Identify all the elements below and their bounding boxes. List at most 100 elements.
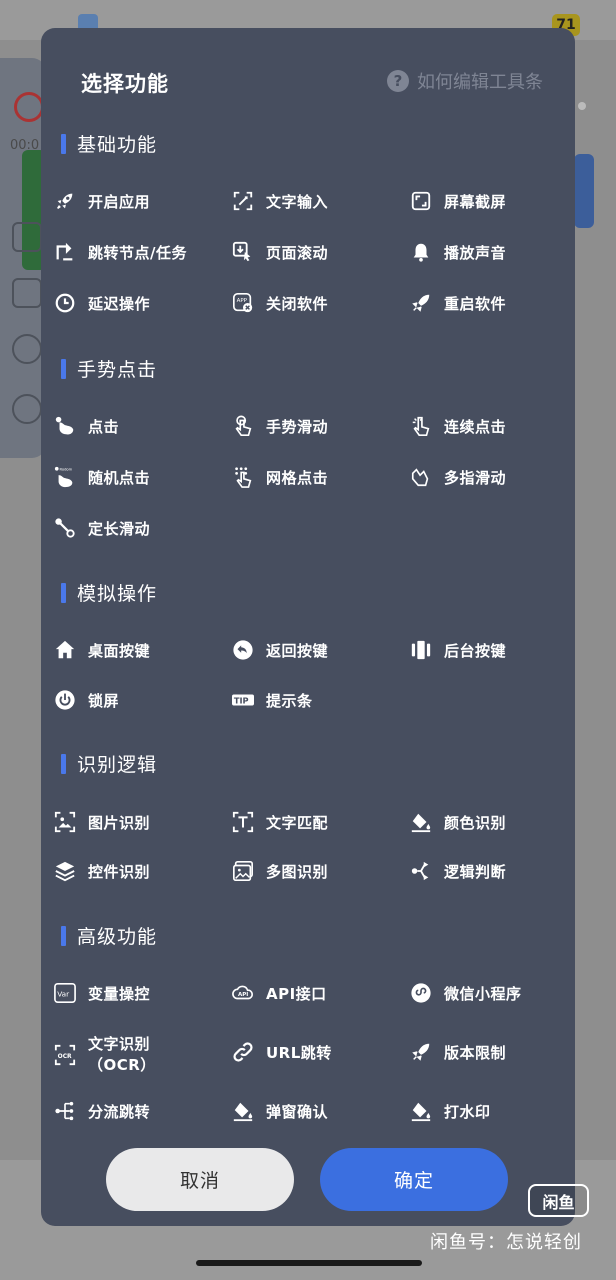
svg-text:APP: APP (237, 298, 248, 304)
function-lock-screen[interactable]: 锁屏 (54, 685, 119, 715)
function-label: 播放声音 (444, 243, 507, 262)
fixed-swipe-icon (54, 517, 76, 539)
function-variable-control[interactable]: Var 变量操控 (54, 978, 150, 1008)
function-label: 文字匹配 (266, 813, 329, 832)
function-label: 开启应用 (88, 192, 151, 211)
help-label: 如何编辑工具条 (417, 72, 543, 93)
function-label: 文字输入 (266, 192, 329, 211)
image-scan-icon (54, 811, 76, 833)
function-widget-recognition[interactable]: 控件识别 (54, 856, 150, 886)
function-label: 颜色识别 (444, 813, 507, 832)
function-jump-node[interactable]: 跳转节点/任务 (54, 237, 187, 267)
confirm-button[interactable]: 确定 (320, 1148, 508, 1211)
home-icon (54, 639, 76, 661)
function-delay[interactable]: 延迟操作 (54, 288, 150, 318)
function-grid-tap[interactable]: 网格点击 (232, 462, 328, 492)
multi-tap-icon (410, 415, 432, 437)
branch-icon (410, 860, 432, 882)
function-image-recognition[interactable]: 图片识别 (54, 807, 150, 837)
help-link[interactable]: ? 如何编辑工具条 (387, 68, 543, 94)
rocket-icon (54, 190, 76, 212)
home-indicator[interactable] (196, 1260, 422, 1266)
text-input-icon (232, 190, 254, 212)
function-text-input[interactable]: 文字输入 (232, 186, 328, 216)
function-split-jump[interactable]: 分流跳转 (54, 1096, 150, 1126)
function-restart-app[interactable]: 重启软件 (410, 288, 506, 318)
paint-bucket-icon (410, 811, 432, 833)
function-open-app[interactable]: 开启应用 (54, 186, 150, 216)
background-more-icon (12, 394, 42, 424)
bell-icon (410, 241, 432, 263)
function-screenshot[interactable]: 屏幕截屏 (410, 186, 506, 216)
function-gesture-swipe[interactable]: 手势滑动 (232, 411, 328, 441)
function-label: 变量操控 (88, 984, 151, 1003)
text-match-icon (232, 811, 254, 833)
function-logic-judgement[interactable]: 逻辑判断 (410, 856, 506, 886)
background-blue-tab (574, 154, 594, 228)
section-marker (61, 133, 66, 154)
svg-text:API: API (238, 992, 248, 998)
function-multi-image-recognition[interactable]: 多图识别 (232, 856, 328, 886)
function-version-limit[interactable]: 版本限制 (410, 1037, 506, 1067)
ocr-icon: OCR (54, 1044, 76, 1066)
function-label: 锁屏 (88, 691, 120, 710)
function-label: 桌面按键 (88, 641, 151, 660)
restart-rocket-icon (410, 292, 432, 314)
screenshot-icon (410, 190, 432, 212)
function-label: 页面滚动 (266, 243, 329, 262)
split-icon (54, 1100, 76, 1122)
recents-icon (410, 639, 432, 661)
function-label: 随机点击 (88, 468, 151, 487)
section-gesture: 手势点击 (61, 355, 157, 382)
function-popup-confirm[interactable]: 弹窗确认 (232, 1096, 328, 1126)
section-marker (61, 582, 66, 603)
function-recents-key[interactable]: 后台按键 (410, 635, 506, 665)
function-text-match[interactable]: 文字匹配 (232, 807, 328, 837)
function-watermark[interactable]: 打水印 (410, 1096, 491, 1126)
function-label: 打水印 (444, 1102, 491, 1121)
function-label: 后台按键 (444, 641, 507, 660)
function-label: 多图识别 (266, 862, 329, 881)
function-label: 手势滑动 (266, 417, 329, 436)
cancel-button[interactable]: 取消 (106, 1148, 294, 1211)
function-label: 微信小程序 (444, 984, 522, 1003)
layers-icon (54, 860, 76, 882)
popup-bucket-icon (232, 1100, 254, 1122)
function-home-key[interactable]: 桌面按键 (54, 635, 150, 665)
function-label: 图片识别 (88, 813, 151, 832)
function-page-scroll[interactable]: 页面滚动 (232, 237, 328, 267)
version-rocket-icon (410, 1041, 432, 1063)
function-back-key[interactable]: 返回按键 (232, 635, 328, 665)
section-advanced: 高级功能 (61, 922, 157, 949)
function-label: 关闭软件 (266, 294, 329, 313)
function-color-recognition[interactable]: 颜色识别 (410, 807, 506, 837)
var-icon: Var (54, 982, 76, 1004)
xianyu-logo: 闲鱼 (528, 1184, 589, 1217)
background-dot (578, 102, 586, 110)
question-icon: ? (387, 70, 409, 92)
scroll-icon (232, 241, 254, 263)
function-continuous-tap[interactable]: 连续点击 (410, 411, 506, 441)
function-tap[interactable]: 点击 (54, 411, 119, 441)
function-play-sound[interactable]: 播放声音 (410, 237, 506, 267)
function-tip-bar[interactable]: TIP 提示条 (232, 685, 313, 715)
function-label: 控件识别 (88, 862, 151, 881)
function-label: 定长滑动 (88, 519, 151, 538)
section-recognition: 识别逻辑 (61, 750, 157, 777)
function-random-tap[interactable]: Rodom 随机点击 (54, 462, 150, 492)
function-url-jump[interactable]: URL跳转 (232, 1037, 332, 1067)
function-ocr[interactable]: OCR 文字识别 （OCR） (54, 1033, 156, 1077)
function-fixed-swipe[interactable]: 定长滑动 (54, 513, 150, 543)
function-multi-finger-swipe[interactable]: 多指滑动 (410, 462, 506, 492)
function-api[interactable]: API API接口 (232, 978, 327, 1008)
multi-image-icon (232, 860, 254, 882)
function-label: 屏幕截屏 (444, 192, 507, 211)
tip-icon: TIP (232, 689, 254, 711)
function-label: 重启软件 (444, 294, 507, 313)
svg-text:TIP: TIP (234, 696, 249, 706)
function-label: 跳转节点/任务 (88, 243, 187, 262)
power-icon (54, 689, 76, 711)
function-close-app[interactable]: APP 关闭软件 (232, 288, 328, 318)
function-wechat-miniprogram[interactable]: 微信小程序 (410, 978, 522, 1008)
function-label: 网格点击 (266, 468, 329, 487)
